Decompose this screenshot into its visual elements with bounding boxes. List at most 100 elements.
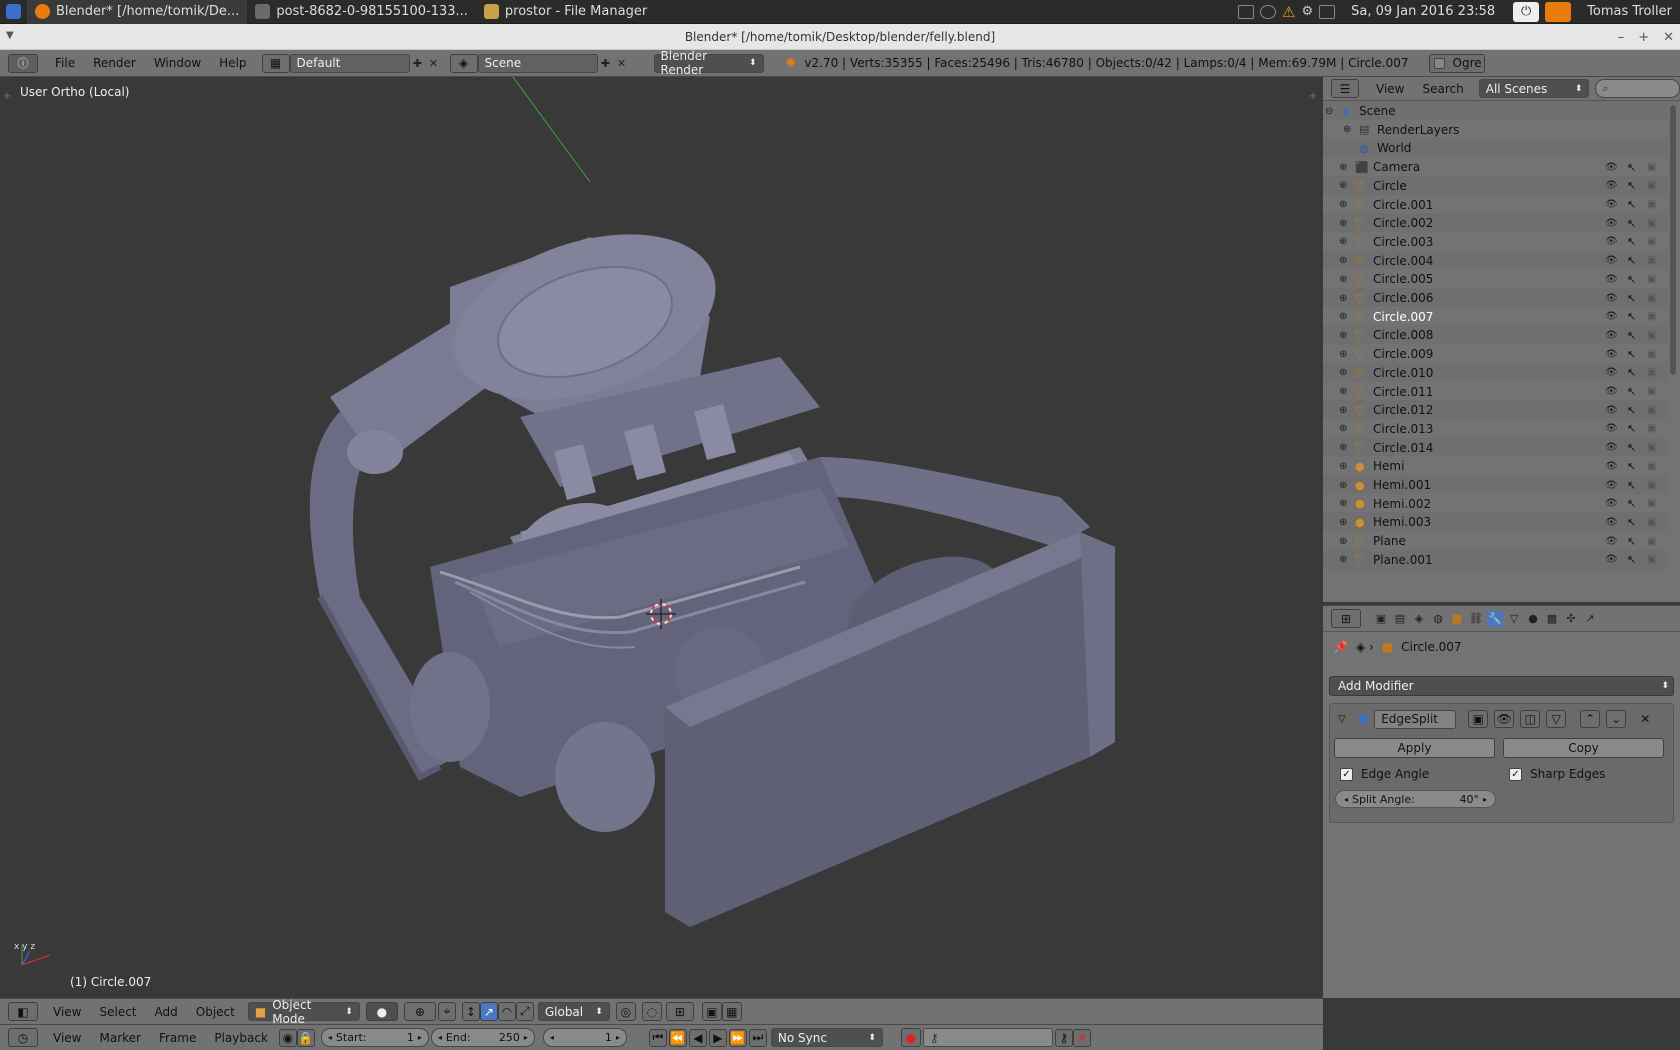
add-screen-icon[interactable]: ✚ xyxy=(410,55,426,71)
outliner-item-label[interactable]: Circle.009 xyxy=(1373,347,1433,361)
expand-toggle-icon[interactable]: ⊕ xyxy=(1339,536,1347,547)
engine-model[interactable] xyxy=(0,77,1320,998)
renderable-camera-icon[interactable]: ▣ xyxy=(1647,517,1656,528)
visibility-eye-icon[interactable]: 👁 xyxy=(1605,255,1618,266)
menu-object[interactable]: Object xyxy=(187,1005,244,1019)
keyboard-icon[interactable] xyxy=(1238,4,1255,19)
selectable-cursor-icon[interactable]: ↖ xyxy=(1627,516,1636,529)
tab-texture-icon[interactable]: ▩ xyxy=(1544,611,1560,627)
tab-scene-icon[interactable]: ◈ xyxy=(1411,611,1427,627)
outliner-item[interactable]: ⊕ ● Hemi.003 👁 ↖ ▣ xyxy=(1323,512,1668,533)
decrement-arrow-icon[interactable]: ◂ xyxy=(550,1033,554,1042)
tab-material-icon[interactable]: ● xyxy=(1525,611,1541,627)
visibility-eye-icon[interactable]: 👁 xyxy=(1605,180,1618,191)
visibility-eye-icon[interactable]: 👁 xyxy=(1605,405,1618,416)
outliner-item-label[interactable]: Circle.010 xyxy=(1373,366,1433,380)
scene-type-button[interactable]: ◈ xyxy=(449,53,478,73)
expand-toggle-icon[interactable]: ⊕ xyxy=(1339,386,1347,397)
visibility-eye-icon[interactable]: 👁 xyxy=(1605,293,1618,304)
renderable-camera-icon[interactable]: ▣ xyxy=(1647,236,1656,247)
outliner-item-label[interactable]: Circle.012 xyxy=(1373,403,1433,417)
add-modifier-dropdown[interactable]: Add Modifier ⬍ xyxy=(1329,676,1674,696)
tab-world-icon[interactable]: ◍ xyxy=(1430,611,1446,627)
delete-keyframe-icon[interactable]: ✕ xyxy=(1072,1028,1091,1047)
render-image-icon[interactable]: ▣ xyxy=(701,1002,722,1021)
selectable-cursor-icon[interactable]: ↖ xyxy=(1627,217,1636,230)
proportional-edit-icon[interactable]: ◌ xyxy=(641,1002,662,1021)
renderable-camera-icon[interactable]: ▣ xyxy=(1647,386,1656,397)
decrement-arrow-icon[interactable]: ◂ xyxy=(1344,795,1348,804)
renderable-camera-icon[interactable]: ▣ xyxy=(1647,554,1656,565)
editmode-toggle-icon[interactable]: ◫ xyxy=(1520,710,1541,728)
prev-keyframe-icon[interactable]: ⏪ xyxy=(668,1028,687,1047)
outliner-item[interactable]: ⊕ ▽ Circle.008 👁 ↖ ▣ xyxy=(1323,325,1668,346)
increment-arrow-icon[interactable]: ▸ xyxy=(524,1033,528,1042)
selectable-cursor-icon[interactable]: ↖ xyxy=(1627,292,1636,305)
selectable-cursor-icon[interactable]: ↖ xyxy=(1627,460,1636,473)
expand-toggle-icon[interactable]: ⊕ xyxy=(1339,330,1347,341)
expand-toggle-icon[interactable]: ⊕ xyxy=(1339,554,1347,565)
tab-particles-icon[interactable]: ✣ xyxy=(1563,611,1579,627)
transform-toggle[interactable]: ⤢ xyxy=(515,1002,534,1021)
jump-start-icon[interactable]: ⏮ xyxy=(648,1028,667,1047)
render-engine-dropdown[interactable]: Blender Render ⬍ xyxy=(653,49,764,77)
expand-toggle-icon[interactable]: ⊕ xyxy=(1339,405,1347,416)
sharp-edges-option[interactable]: ✓ Sharp Edges xyxy=(1509,767,1605,781)
apps-menu-button[interactable] xyxy=(0,0,27,24)
menu-help[interactable]: Help xyxy=(210,56,255,70)
layer-toggle-icon[interactable]: ◎ xyxy=(615,1002,636,1021)
outliner-item-label[interactable]: Circle.007 xyxy=(1373,310,1433,324)
selectable-cursor-icon[interactable]: ↖ xyxy=(1627,553,1636,566)
render-toggle-icon[interactable]: ▣ xyxy=(1468,710,1489,728)
visibility-eye-icon[interactable]: 👁 xyxy=(1605,517,1618,528)
scene-field[interactable]: Scene xyxy=(477,53,598,73)
visibility-eye-icon[interactable]: 👁 xyxy=(1605,461,1618,472)
renderable-camera-icon[interactable]: ▣ xyxy=(1647,311,1656,322)
renderable-camera-icon[interactable]: ▣ xyxy=(1647,461,1656,472)
outliner-item-label[interactable]: Plane.001 xyxy=(1373,553,1433,567)
pin-icon[interactable]: 📌 xyxy=(1333,640,1348,654)
outliner-item-label[interactable]: Circle.011 xyxy=(1373,385,1433,399)
outliner-item[interactable]: ⊕ ▽ Circle.014 👁 ↖ ▣ xyxy=(1323,437,1668,458)
renderable-camera-icon[interactable]: ▣ xyxy=(1647,293,1656,304)
outliner-item[interactable]: ⊕ ▽ Circle.009 👁 ↖ ▣ xyxy=(1323,344,1668,365)
menu-render[interactable]: Render xyxy=(84,56,145,70)
renderable-camera-icon[interactable]: ▣ xyxy=(1647,162,1656,173)
outliner-item-label[interactable]: RenderLayers xyxy=(1377,123,1459,137)
collapse-arrow-icon[interactable]: ▽ xyxy=(1338,714,1346,725)
outliner-item-label[interactable]: Hemi xyxy=(1373,459,1404,473)
selectable-cursor-icon[interactable]: ↖ xyxy=(1627,235,1636,248)
visibility-eye-icon[interactable]: 👁 xyxy=(1605,386,1618,397)
expand-toggle-icon[interactable]: ⊕ xyxy=(1343,124,1351,135)
clock[interactable]: Sa, 09 Jan 2016 23:58 xyxy=(1351,4,1495,19)
edge-angle-checkbox[interactable]: ✓ xyxy=(1340,767,1353,781)
insert-keyframe-icon[interactable]: ⚷ xyxy=(1054,1028,1073,1047)
outliner-item-label[interactable]: Circle.004 xyxy=(1373,254,1433,268)
screen-field[interactable]: Default xyxy=(289,53,410,73)
selectable-cursor-icon[interactable]: ↖ xyxy=(1627,497,1636,510)
outliner-item[interactable]: ⊕ ▽ Circle.002 👁 ↖ ▣ xyxy=(1323,213,1668,234)
visibility-eye-icon[interactable]: 👁 xyxy=(1605,554,1618,565)
outliner-item[interactable]: ⊕ ▽ Circle.007 👁 ↖ ▣ xyxy=(1323,306,1668,327)
copy-button[interactable]: Copy xyxy=(1503,738,1664,758)
visibility-eye-icon[interactable]: 👁 xyxy=(1605,199,1618,210)
selectable-cursor-icon[interactable]: ↖ xyxy=(1627,348,1636,361)
modifier-name-field[interactable]: EdgeSplit xyxy=(1374,709,1457,729)
outliner-item-label[interactable]: Camera xyxy=(1373,160,1420,174)
editor-type-button[interactable]: ⓘ xyxy=(8,53,38,73)
expand-toggle-icon[interactable]: ⊕ xyxy=(1339,293,1347,304)
sharp-edges-checkbox[interactable]: ✓ xyxy=(1509,767,1522,781)
outliner-item[interactable]: ⊕ ▽ Circle.005 👁 ↖ ▣ xyxy=(1323,269,1668,290)
renderable-camera-icon[interactable]: ▣ xyxy=(1647,349,1656,360)
selectable-cursor-icon[interactable]: ↖ xyxy=(1627,422,1636,435)
scale-toggle[interactable]: ◠ xyxy=(497,1002,516,1021)
expand-toggle-icon[interactable]: ⊕ xyxy=(1339,461,1347,472)
outliner-menu-view[interactable]: View xyxy=(1367,82,1413,96)
window-titlebar[interactable]: ▼ Blender* [/home/tomik/Desktop/blender/… xyxy=(0,24,1680,50)
autokey-icon[interactable]: ◉ xyxy=(278,1028,297,1047)
menu-select[interactable]: Select xyxy=(90,1005,145,1019)
selectable-cursor-icon[interactable]: ↖ xyxy=(1627,329,1636,342)
tab-modifiers-icon[interactable]: 🔧 xyxy=(1487,610,1503,627)
render-animation-icon[interactable]: ▦ xyxy=(721,1002,742,1021)
renderable-camera-icon[interactable]: ▣ xyxy=(1647,330,1656,341)
